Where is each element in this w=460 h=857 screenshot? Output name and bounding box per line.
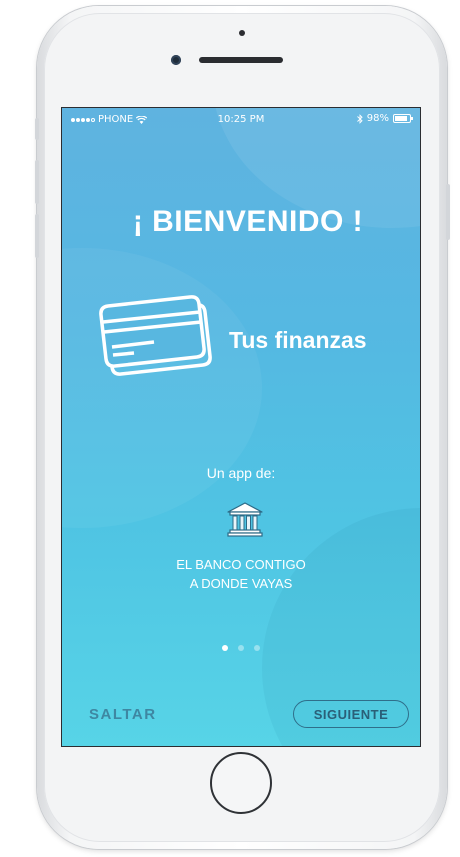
next-button[interactable]: SIGUIENTE: [293, 700, 409, 728]
bank-icon: [227, 502, 263, 537]
home-button[interactable]: [210, 752, 272, 814]
welcome-title: ¡ BIENVENIDO !: [132, 205, 364, 238]
feature-title: Tus finanzas: [229, 327, 367, 353]
volume-down-button: [35, 214, 39, 258]
volume-up-button: [35, 160, 39, 204]
skip-button[interactable]: SALTAR: [89, 706, 157, 723]
power-button: [446, 184, 450, 240]
page-dot-1[interactable]: [222, 645, 228, 651]
page-dot-2[interactable]: [238, 645, 244, 651]
page-indicator: [62, 645, 420, 651]
status-bar: PHONE 10:25 PM 98%: [62, 108, 420, 130]
mute-switch: [35, 118, 39, 140]
front-camera-icon: [171, 55, 181, 65]
app-by-label: Un app de:: [206, 465, 276, 481]
earpiece-speaker: [199, 57, 283, 63]
front-sensor: [239, 30, 245, 36]
bank-name: EL BANCO CONTIGO A DONDE VAYAS: [62, 555, 420, 593]
bank-name-line-2: A DONDE VAYAS: [189, 576, 293, 591]
bluetooth-icon: [356, 113, 363, 124]
battery-icon: [393, 114, 413, 123]
credit-cards-icon: [99, 295, 212, 376]
page-dot-3[interactable]: [254, 645, 260, 651]
battery-percent: 98%: [366, 113, 389, 124]
bank-name-line-1: EL BANCO CONTIGO: [176, 557, 306, 572]
onboarding-screen: PHONE 10:25 PM 98% ¡ BIENVENIDO ! Tus fi…: [61, 107, 421, 747]
status-right: 98%: [356, 113, 413, 124]
